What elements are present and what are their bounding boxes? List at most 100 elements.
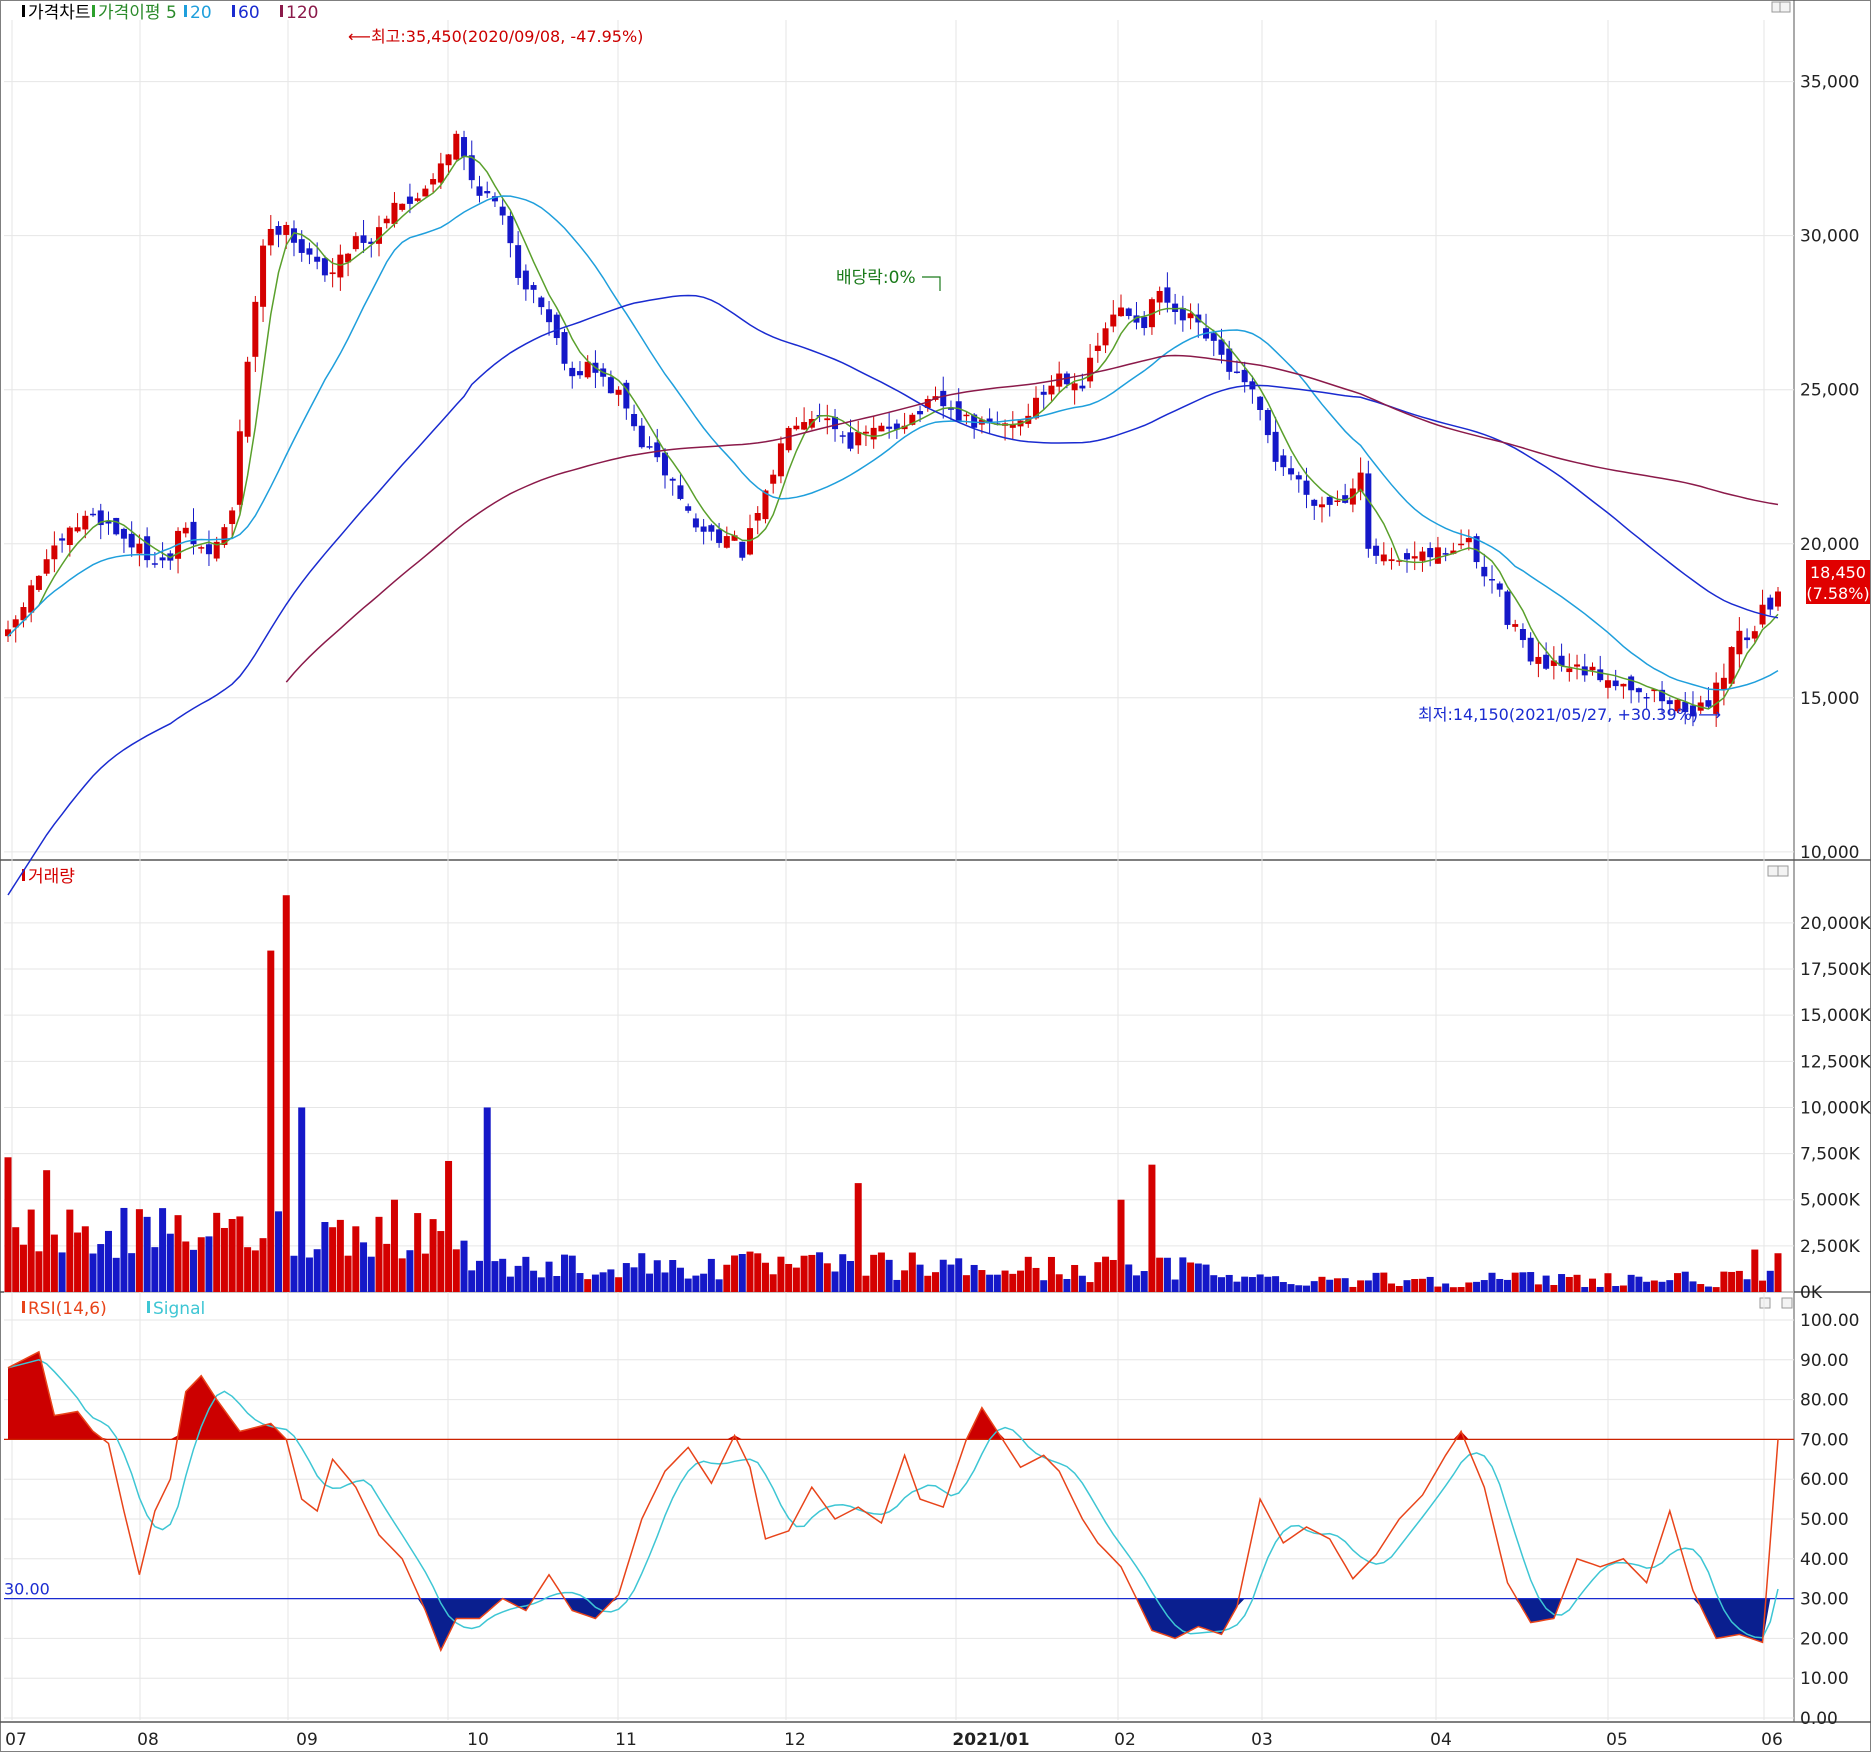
volume-bar	[545, 1261, 553, 1292]
volume-bar	[1156, 1257, 1164, 1292]
volume-bar	[383, 1243, 391, 1292]
volume-close-button[interactable]	[1777, 865, 1789, 877]
price-legend-marker	[232, 5, 235, 17]
volume-bar	[151, 1247, 159, 1292]
candle-body	[553, 314, 560, 339]
price-legend-label: 가격이평 5	[98, 3, 177, 23]
candle-body	[785, 427, 792, 451]
volume-legend: 거래량	[22, 867, 75, 887]
candle-body	[128, 533, 135, 548]
candle-body	[306, 248, 313, 255]
volume-bar	[460, 1240, 468, 1292]
volume-bar	[205, 1236, 213, 1292]
volume-bar	[653, 1260, 661, 1292]
volume-bar	[1194, 1263, 1202, 1292]
volume-minimize-button[interactable]	[1767, 865, 1779, 877]
candle-body	[1775, 591, 1781, 607]
volume-bar	[1295, 1285, 1303, 1292]
volume-bar	[1357, 1280, 1365, 1292]
volume-bar	[877, 1252, 885, 1292]
candle-body	[1272, 431, 1279, 462]
volume-bar	[1619, 1285, 1627, 1292]
volume-bar	[1418, 1278, 1426, 1292]
volume-bar	[537, 1277, 545, 1292]
volume-bar	[1674, 1273, 1682, 1292]
candle-body	[1141, 316, 1148, 329]
volume-bar	[166, 1233, 174, 1292]
candle-body	[1403, 553, 1410, 560]
candle-body	[383, 218, 390, 224]
volume-bar	[1040, 1280, 1048, 1292]
candle-body	[546, 309, 553, 323]
volume-bar	[1627, 1274, 1635, 1292]
volume-tick-label: 7,500K	[1800, 1145, 1861, 1165]
volume-bar	[1364, 1280, 1372, 1292]
candle-body	[1519, 628, 1526, 641]
volume-tick-label: 15,000K	[1800, 1006, 1871, 1026]
candle-body	[422, 188, 429, 197]
volume-bar	[622, 1263, 630, 1292]
volume-bar	[1411, 1279, 1419, 1292]
candle-body	[955, 401, 962, 422]
candle-body	[1311, 499, 1318, 506]
volume-tick-label: 5,000K	[1800, 1191, 1861, 1211]
volume-bar	[1697, 1284, 1705, 1292]
volume-bar	[406, 1250, 414, 1292]
volume-bar	[336, 1219, 344, 1292]
volume-bar	[568, 1255, 576, 1292]
dividend-annotation: 배당락:0%	[836, 268, 916, 288]
rsi-legend-marker	[147, 1301, 150, 1313]
candle-body	[638, 425, 645, 448]
candle-body	[182, 527, 189, 534]
volume-bar	[638, 1253, 646, 1292]
candle-body	[538, 297, 545, 308]
candle-body	[484, 191, 491, 194]
candle-body	[82, 515, 89, 530]
price-tick-label: 10,000	[1800, 843, 1859, 863]
dividend-arrow	[922, 276, 941, 291]
rsi-close-button[interactable]	[1781, 1297, 1793, 1309]
candle-body	[1744, 637, 1751, 641]
candle-body	[1728, 647, 1735, 684]
volume-bar	[499, 1258, 507, 1292]
price-tick-label: 30,000	[1800, 227, 1859, 247]
volume-bar	[692, 1275, 700, 1292]
candle-body	[1048, 385, 1055, 395]
rsi-minimize-button[interactable]	[1759, 1297, 1771, 1309]
volume-bar	[1202, 1264, 1210, 1292]
volume-bar	[1009, 1273, 1017, 1292]
volume-bar	[839, 1254, 847, 1292]
volume-bar	[761, 1262, 769, 1292]
volume-bar	[599, 1272, 607, 1292]
volume-bar	[1604, 1273, 1612, 1292]
volume-bar	[1217, 1277, 1225, 1292]
volume-bar	[754, 1253, 762, 1292]
volume-bar	[1248, 1277, 1256, 1292]
volume-bar	[947, 1264, 955, 1292]
volume-bar	[414, 1213, 422, 1292]
volume-bar	[190, 1249, 198, 1292]
volume-bar	[1303, 1285, 1311, 1292]
candle-body	[445, 154, 452, 166]
candle-body	[1666, 700, 1673, 705]
candle-body	[1481, 566, 1488, 577]
volume-bar	[329, 1227, 337, 1292]
volume-bar	[1650, 1280, 1658, 1292]
volume-bar	[1102, 1256, 1110, 1292]
rsi-line	[7, 1350, 1779, 1653]
candle-body	[275, 226, 282, 235]
volume-bar	[1465, 1282, 1473, 1292]
volume-bar	[135, 1209, 143, 1292]
volume-bar	[437, 1231, 445, 1292]
price-close-button[interactable]	[1779, 1, 1791, 13]
candle-body	[723, 536, 730, 548]
volume-bar	[591, 1274, 599, 1292]
candle-body	[708, 525, 715, 532]
candles	[5, 130, 1781, 727]
volume-bar	[506, 1276, 514, 1292]
volume-legend-label: 거래량	[28, 867, 75, 887]
candle-body	[1326, 496, 1333, 505]
volume-bar	[81, 1226, 89, 1292]
candle-body	[499, 206, 506, 216]
x-tick-label: 06	[1761, 1730, 1783, 1750]
